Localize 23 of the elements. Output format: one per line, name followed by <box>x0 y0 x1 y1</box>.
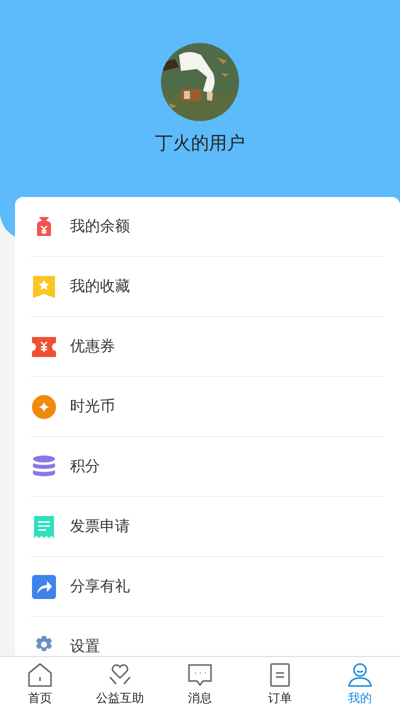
menu-item[interactable]: 分享有礼 <box>31 557 384 617</box>
coin-icon <box>32 394 56 418</box>
coupon-icon <box>32 334 56 358</box>
receipt-icon <box>32 514 56 538</box>
bookmark-icon <box>32 274 56 298</box>
menu-item[interactable]: 积分 <box>31 437 384 497</box>
tab[interactable]: 消息 <box>160 657 240 711</box>
tab[interactable]: 首页 <box>0 657 80 711</box>
tab[interactable]: 订单 <box>240 657 320 711</box>
database-icon <box>32 454 56 478</box>
menu-item[interactable]: 优惠券 <box>31 317 384 377</box>
message-icon <box>187 662 213 688</box>
home-icon <box>27 662 53 688</box>
tab[interactable]: 公益互助 <box>80 657 160 711</box>
share-icon <box>32 574 56 598</box>
heart-hands-icon <box>107 662 133 688</box>
menu-item[interactable]: 我的余额 <box>31 197 384 257</box>
menu-item[interactable]: 发票申请 <box>31 497 384 557</box>
user-icon <box>347 662 373 688</box>
menu-item[interactable]: 时光币 <box>31 377 384 437</box>
menu-item[interactable]: 我的收藏 <box>31 257 384 317</box>
tab[interactable]: 我的 <box>320 657 400 711</box>
username: 丁火的用户 <box>155 132 245 155</box>
